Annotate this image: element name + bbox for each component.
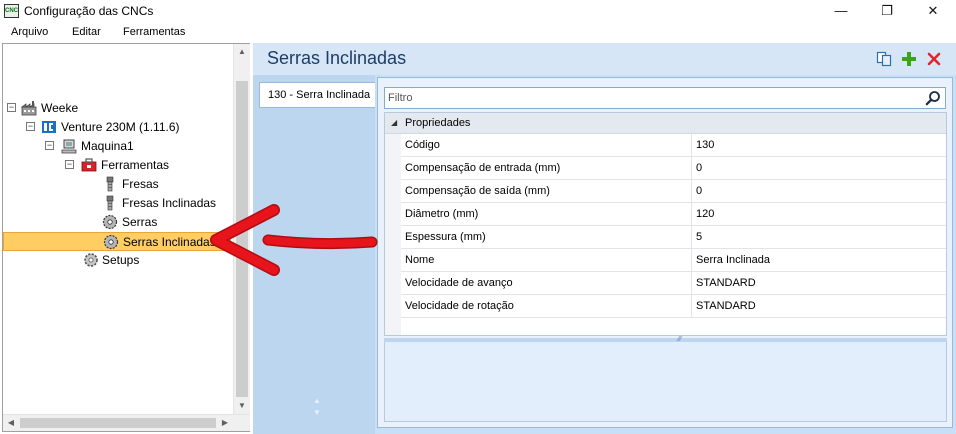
- property-row[interactable]: Nome Serra Inclinada: [401, 249, 946, 272]
- toolbox-icon: [81, 158, 97, 172]
- filter-input[interactable]: [388, 90, 908, 106]
- tree-node-fresas[interactable]: Fresas: [5, 175, 231, 194]
- content-header: Serras Inclinadas: [253, 43, 956, 75]
- drill-bit-icon: [106, 176, 114, 192]
- menu-bar: Arquivo Editar Ferramentas: [0, 22, 956, 42]
- property-name: Compensação de saída (mm): [405, 185, 550, 197]
- menu-ferramentas[interactable]: Ferramentas: [123, 26, 185, 38]
- properties-panel: ◢ Propriedades Código 130 Compensação de…: [377, 77, 953, 428]
- filter-box: [384, 87, 946, 109]
- property-name: Compensação de entrada (mm): [405, 162, 561, 174]
- collapse-icon[interactable]: −: [7, 103, 16, 112]
- property-row[interactable]: Espessura (mm) 5: [401, 226, 946, 249]
- property-value[interactable]: STANDARD: [696, 300, 756, 312]
- property-name: Espessura (mm): [405, 231, 486, 243]
- window-title: Configuração das CNCs: [24, 4, 154, 18]
- minimize-button[interactable]: —: [818, 0, 864, 22]
- factory-icon: [21, 101, 37, 116]
- tree-node-serras-inclinadas[interactable]: Serras Inclinadas: [3, 232, 231, 251]
- scroll-up-icon[interactable]: ▲: [234, 44, 250, 60]
- column-divider: [691, 249, 692, 271]
- tree-node-setups[interactable]: Setups: [5, 251, 231, 270]
- property-value[interactable]: 5: [696, 231, 702, 243]
- property-category[interactable]: ◢ Propriedades: [385, 113, 946, 134]
- column-divider: [691, 134, 692, 156]
- tree-node-venture[interactable]: − Venture 230M (1.11.6): [5, 118, 231, 137]
- scroll-left-icon[interactable]: ◀: [3, 415, 19, 431]
- tree-node-label: Venture 230M (1.11.6): [61, 120, 180, 134]
- scroll-thumb[interactable]: [20, 418, 216, 428]
- tree-node-serras[interactable]: Serras: [5, 213, 231, 232]
- tree-node-label: Ferramentas: [101, 158, 170, 172]
- column-divider: [691, 226, 692, 248]
- column-divider: [691, 203, 692, 225]
- annotation-arrow: [210, 204, 378, 276]
- property-value[interactable]: 130: [696, 139, 714, 151]
- menu-arquivo[interactable]: Arquivo: [11, 26, 48, 38]
- property-name: Velocidade de avanço: [405, 277, 513, 289]
- maximize-button[interactable]: ❐: [864, 0, 910, 22]
- property-value[interactable]: 0: [696, 162, 702, 174]
- tree-node-label: Setups: [102, 253, 140, 267]
- tree-node-label: Weeke: [41, 101, 79, 115]
- property-row[interactable]: Diâmetro (mm) 120: [401, 203, 946, 226]
- property-row[interactable]: Velocidade de rotação STANDARD: [401, 295, 946, 318]
- category-label: Propriedades: [405, 117, 471, 129]
- page-title: Serras Inclinadas: [267, 48, 407, 68]
- tree-node-label: Serras: [122, 215, 158, 229]
- tree-horizontal-scrollbar[interactable]: ◀ ▶: [3, 414, 250, 431]
- property-row[interactable]: Velocidade de avanço STANDARD: [401, 272, 946, 295]
- collapse-triangle-icon[interactable]: ◢: [391, 118, 397, 127]
- tree-node-ferramentas[interactable]: − Ferramentas: [5, 156, 231, 175]
- delete-icon[interactable]: [926, 51, 942, 67]
- tree-node-maquina1[interactable]: − Maquina1: [5, 137, 231, 156]
- drill-bit-icon: [106, 195, 114, 211]
- property-value[interactable]: Serra Inclinada: [696, 254, 770, 266]
- property-value[interactable]: STANDARD: [696, 277, 756, 289]
- machine-icon: [42, 121, 56, 133]
- description-area: [384, 342, 947, 422]
- collapse-icon[interactable]: −: [26, 122, 35, 131]
- add-icon[interactable]: [901, 51, 917, 67]
- tree-node-label: Fresas: [122, 177, 159, 191]
- saw-blade-icon: [103, 234, 119, 250]
- tree-node-weeke[interactable]: − Weeke: [5, 99, 231, 118]
- property-row[interactable]: Compensação de entrada (mm) 0: [401, 157, 946, 180]
- search-icon[interactable]: [925, 90, 941, 106]
- property-row[interactable]: Código 130: [401, 134, 946, 157]
- grid-margin: [385, 134, 401, 335]
- copy-icon[interactable]: [876, 51, 892, 67]
- title-bar: CNC Configuração das CNCs — ❐ ✕: [0, 0, 956, 22]
- property-name: Código: [405, 139, 440, 151]
- tree-node-fresas-inclinadas[interactable]: Fresas Inclinadas: [5, 194, 231, 213]
- property-row[interactable]: Compensação de saída (mm) 0: [401, 180, 946, 203]
- property-grid: ◢ Propriedades Código 130 Compensação de…: [384, 112, 947, 336]
- collapse-icon[interactable]: −: [45, 141, 54, 150]
- column-divider: [691, 180, 692, 202]
- property-name: Diâmetro (mm): [405, 208, 479, 220]
- app-icon: CNC: [4, 4, 19, 18]
- computer-icon: [61, 139, 77, 154]
- column-divider: [691, 295, 692, 317]
- scroll-right-icon[interactable]: ▶: [217, 415, 233, 431]
- column-divider: [691, 272, 692, 294]
- gear-icon: [84, 253, 98, 267]
- property-name: Nome: [405, 254, 435, 266]
- property-name: Velocidade de rotação: [405, 300, 514, 312]
- tab-scroll-arrows[interactable]: ▲ ▼: [311, 395, 323, 419]
- collapse-icon[interactable]: −: [65, 160, 74, 169]
- close-button[interactable]: ✕: [910, 0, 956, 22]
- scroll-down-icon[interactable]: ▼: [234, 398, 250, 414]
- tab-130-serra-inclinada[interactable]: 130 - Serra Inclinada: [259, 82, 375, 108]
- menu-editar[interactable]: Editar: [72, 26, 101, 38]
- property-value[interactable]: 120: [696, 208, 714, 220]
- property-value[interactable]: 0: [696, 185, 702, 197]
- tree-node-label: Maquina1: [81, 139, 134, 153]
- column-divider: [691, 157, 692, 179]
- saw-blade-icon: [102, 214, 118, 230]
